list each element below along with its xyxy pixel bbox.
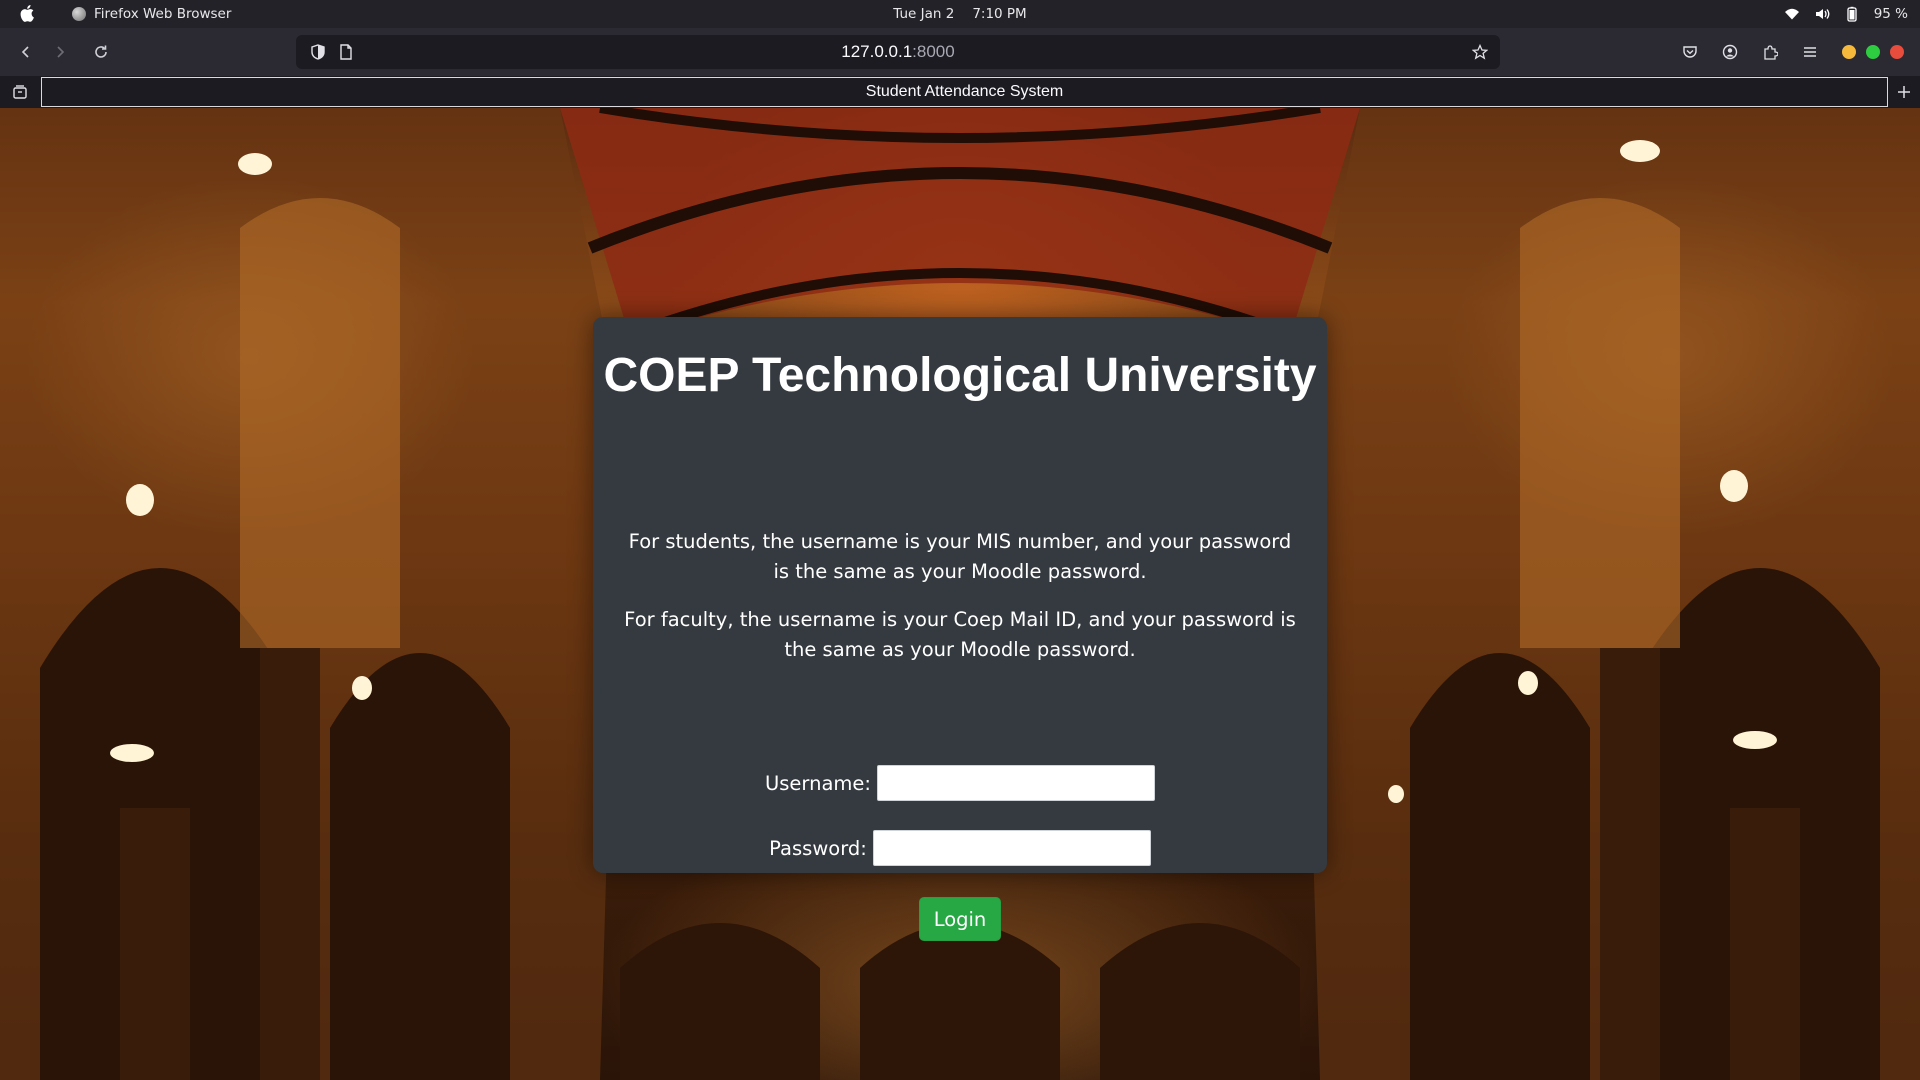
tab-overview-icon[interactable]	[12, 84, 28, 100]
extensions-button[interactable]	[1758, 40, 1782, 64]
close-window-button[interactable]	[1890, 45, 1904, 59]
minimize-window-button[interactable]	[1842, 45, 1856, 59]
url-text: 127.0.0.1:8000	[296, 35, 1500, 69]
volume-icon[interactable]	[1814, 6, 1830, 22]
active-app-menu[interactable]: Firefox Web Browser	[72, 0, 231, 28]
system-tray: 95 %	[1784, 0, 1908, 28]
university-heading: COEP Technological University	[603, 349, 1317, 402]
pocket-button[interactable]	[1678, 40, 1702, 64]
tab-strip: Student Attendance System	[0, 76, 1920, 108]
clock-date: Tue Jan 2	[893, 6, 955, 22]
new-tab-icon[interactable]	[1894, 82, 1914, 102]
password-row: Password:	[593, 830, 1327, 866]
browser-toolbar: 127.0.0.1:8000	[0, 28, 1920, 76]
clock-time: 7:10 PM	[972, 6, 1027, 22]
login-button[interactable]: Login	[919, 897, 1001, 941]
clock: Tue Jan 2 7:10 PM	[0, 0, 1920, 28]
active-app-name: Firefox Web Browser	[94, 6, 232, 22]
reload-button[interactable]	[89, 40, 113, 64]
faculty-login-note: For faculty, the username is your Coep M…	[624, 608, 1296, 661]
tab-title: Student Attendance System	[865, 83, 1064, 100]
username-row: Username:	[593, 765, 1327, 801]
account-icon	[1722, 44, 1738, 60]
battery-icon[interactable]	[1844, 6, 1860, 22]
login-card: COEP Technological University For studen…	[593, 317, 1327, 941]
pocket-icon	[1683, 46, 1697, 58]
hamburger-menu-icon	[1804, 47, 1816, 57]
bookmark-star-icon[interactable]	[1472, 44, 1488, 60]
forward-arrow-icon	[57, 46, 65, 58]
url-host: 127.0.0.1	[841, 42, 913, 61]
username-label: Username:	[765, 771, 871, 795]
battery-level: 95 %	[1873, 6, 1908, 22]
system-menubar: Firefox Web Browser Tue Jan 2 7:10 PM 95…	[0, 0, 1920, 28]
wifi-icon[interactable]	[1784, 6, 1800, 22]
url-port: :8000	[912, 42, 955, 61]
maximize-window-button[interactable]	[1866, 45, 1880, 59]
forward-button[interactable]	[48, 40, 72, 64]
back-arrow-icon	[21, 46, 29, 58]
puzzle-icon	[1764, 45, 1778, 60]
firefox-icon	[72, 7, 86, 21]
password-input[interactable]	[872, 830, 1151, 866]
back-button[interactable]	[14, 40, 38, 64]
student-login-note: For students, the username is your MIS n…	[628, 530, 1292, 583]
username-input[interactable]	[876, 765, 1155, 801]
address-bar[interactable]: 127.0.0.1:8000	[296, 35, 1500, 69]
account-button[interactable]	[1718, 40, 1742, 64]
password-label: Password:	[769, 836, 867, 860]
reload-icon	[95, 45, 107, 58]
apple-icon[interactable]	[20, 4, 36, 22]
app-menu-button[interactable]	[1798, 40, 1822, 64]
page-viewport: COEP Technological University For studen…	[0, 108, 1920, 1080]
tab-student-attendance[interactable]: Student Attendance System	[41, 77, 1888, 107]
